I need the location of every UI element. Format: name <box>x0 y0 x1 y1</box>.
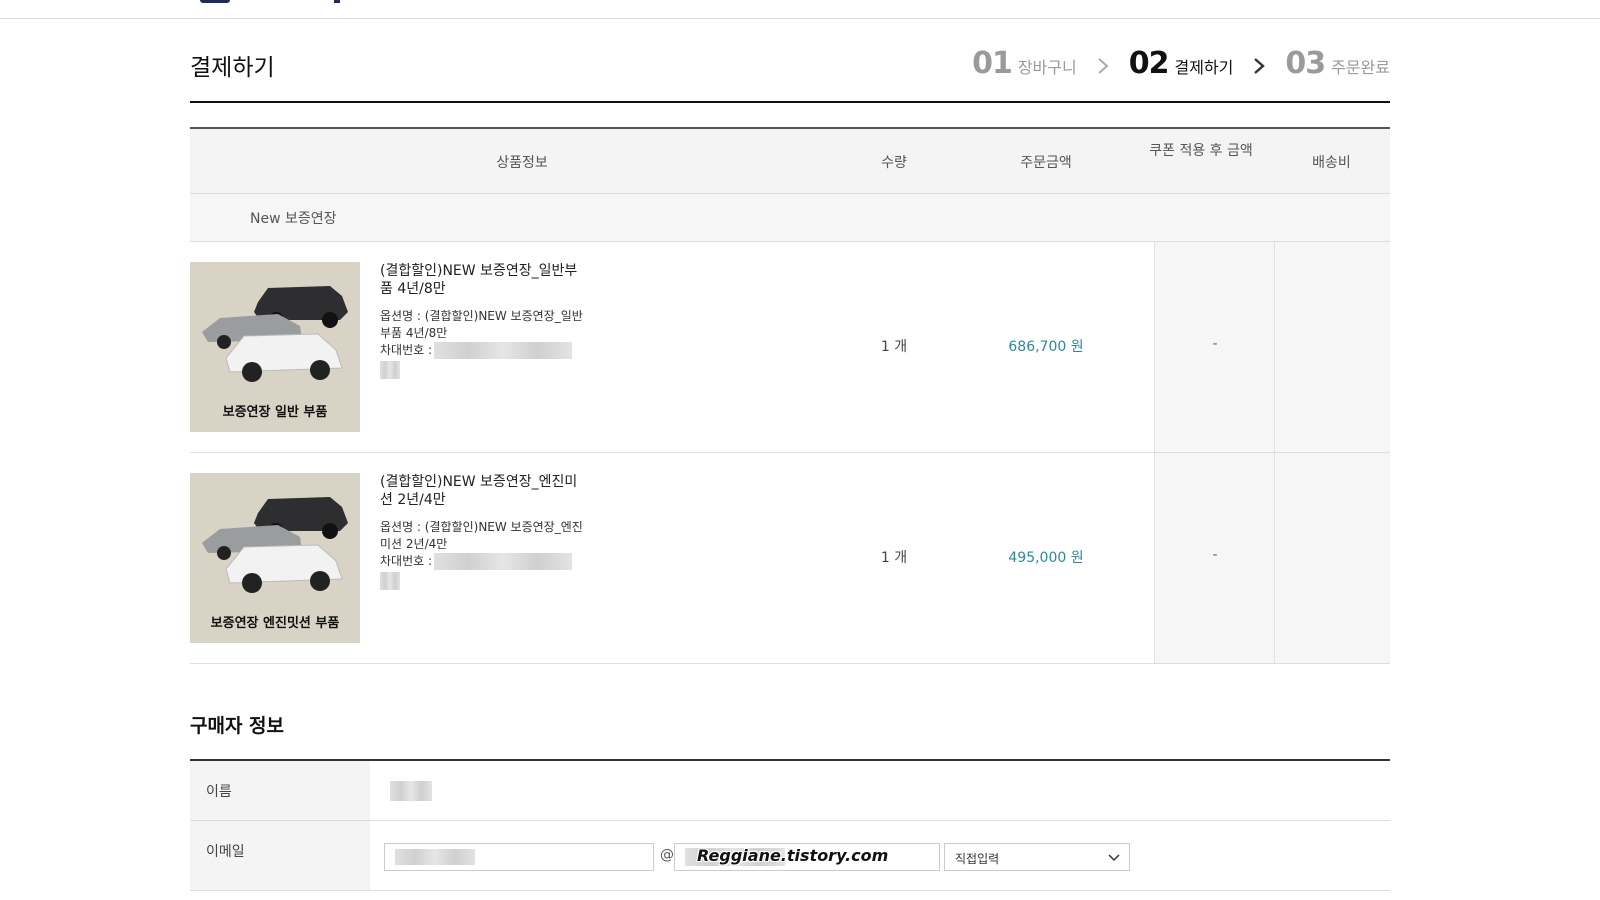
chevron-down-icon <box>1108 854 1120 862</box>
coupon-cell: - <box>1154 453 1274 663</box>
item-amount: 686,700 원 <box>1008 339 1084 355</box>
header-shipping: 배송비 <box>1312 155 1351 171</box>
step-number: 02 <box>1128 46 1170 81</box>
step-number: 03 <box>1285 46 1326 81</box>
product-option: 옵션명 : (결합할인)NEW 보증연장_일반부품 4년/8만 <box>380 309 583 340</box>
thumbnail-caption: 보증연장 일반 부품 <box>222 405 328 420</box>
cart-group-label: New 보증연장 <box>190 194 1390 242</box>
product-info: (결합할인)NEW 보증연장_일반부품 4년/8만 옵션명 : (결합할인)NE… <box>380 262 585 383</box>
car-illustration <box>202 497 348 593</box>
product-name-link[interactable]: (결합할인)NEW 보증연장_일반부품 4년/8만 <box>380 262 585 298</box>
checkout-container: 결제하기 01 장바구니 02 결제하기 03 주문완료 상품정보 수량 주문금… <box>190 19 1390 891</box>
cart-table: 상품정보 수량 주문금액 쿠폰 적용 후 금액 배송비 New 보증연장 보증연… <box>190 127 1390 664</box>
coupon-cell: - <box>1154 242 1274 452</box>
step-label: 장바구니 <box>1017 58 1077 77</box>
car-illustration <box>202 286 348 382</box>
header-coupon-amount: 쿠폰 적용 후 금액 <box>1149 143 1253 159</box>
email-local-redacted <box>395 849 475 865</box>
vin-row: 차대번호 : <box>380 553 585 570</box>
email-domain-select[interactable]: 직접입력 <box>944 843 1130 871</box>
item-amount: 495,000 원 <box>1008 550 1084 566</box>
vin-row: 차대번호 : <box>380 342 585 359</box>
product-thumbnail[interactable]: 보증연장 엔진밋션 부품 <box>190 473 360 643</box>
top-bar <box>0 0 1600 19</box>
email-label: 이메일 <box>190 821 370 890</box>
email-local-input[interactable] <box>384 843 654 871</box>
vin-redacted <box>434 342 573 359</box>
name-value <box>370 761 1390 820</box>
product-option: 옵션명 : (결합할인)NEW 보증연장_엔진미션 2년/4만 <box>380 520 583 551</box>
vin-label: 차대번호 : <box>380 343 433 357</box>
step-number: 01 <box>972 46 1013 81</box>
logo-fragment[interactable] <box>200 0 230 3</box>
vin-label: 차대번호 : <box>380 554 433 568</box>
cart-item: 보증연장 일반 부품 (결합할인)NEW 보증연장_일반부품 4년/8만 옵션명… <box>190 242 1390 453</box>
coupon-amount: - <box>1212 547 1218 563</box>
product-name-link[interactable]: (결합할인)NEW 보증연장_엔진미션 2년/4만 <box>380 473 585 509</box>
step-label: 결제하기 <box>1174 58 1234 77</box>
step-cart: 01 장바구니 <box>972 46 1077 81</box>
header-product-info: 상품정보 <box>496 155 548 171</box>
cart-item: 보증연장 엔진밋션 부품 (결합할인)NEW 보증연장_엔진미션 2년/4만 옵… <box>190 453 1390 664</box>
item-quantity: 1 개 <box>880 339 908 355</box>
header-order-amount: 주문금액 <box>1020 155 1072 171</box>
step-payment: 02 결제하기 <box>1129 46 1234 81</box>
email-domain-select-value: 직접입력 <box>955 852 1000 866</box>
vin-redacted-2 <box>380 572 400 590</box>
watermark-text: Reggiane.tistory.com <box>697 846 889 865</box>
step-complete: 03 주문완료 <box>1285 46 1390 81</box>
logo-fragment-2 <box>334 0 340 3</box>
shipping-cell <box>1274 453 1390 663</box>
name-redacted <box>390 781 432 801</box>
step-label: 주문완료 <box>1331 58 1390 77</box>
page-header: 결제하기 01 장바구니 02 결제하기 03 주문완료 <box>190 19 1390 103</box>
product-info: (결합할인)NEW 보증연장_엔진미션 2년/4만 옵션명 : (결합할인)NE… <box>380 473 585 594</box>
vin-redacted-2 <box>380 361 400 379</box>
shipping-cell <box>1274 242 1390 452</box>
coupon-amount: - <box>1212 336 1218 352</box>
product-thumbnail[interactable]: 보증연장 일반 부품 <box>190 262 360 432</box>
vin-redacted <box>434 553 573 570</box>
thumbnail-caption: 보증연장 엔진밋션 부품 <box>210 616 340 631</box>
page-title: 결제하기 <box>190 55 275 81</box>
checkout-steps: 01 장바구니 02 결제하기 03 주문완료 <box>972 46 1390 81</box>
chevron-right-icon <box>1095 57 1111 74</box>
item-quantity: 1 개 <box>880 550 908 566</box>
buyer-email-row: 이메일 @ Reggiane.tistory.com 직접입력 <box>190 821 1390 891</box>
cart-table-header: 상품정보 수량 주문금액 쿠폰 적용 후 금액 배송비 <box>190 127 1390 194</box>
buyer-info-table: 이름 이메일 @ Reggiane.tistory.com 직접입력 <box>190 759 1390 891</box>
email-domain-input[interactable]: Reggiane.tistory.com <box>674 843 940 871</box>
buyer-info-title: 구매자 정보 <box>190 715 285 737</box>
buyer-name-row: 이름 <box>190 761 1390 821</box>
email-value: @ Reggiane.tistory.com 직접입력 <box>370 821 1390 890</box>
name-label: 이름 <box>190 761 370 820</box>
chevron-right-icon <box>1251 57 1267 74</box>
email-at-sign: @ <box>660 847 674 863</box>
header-quantity: 수량 <box>881 155 907 171</box>
